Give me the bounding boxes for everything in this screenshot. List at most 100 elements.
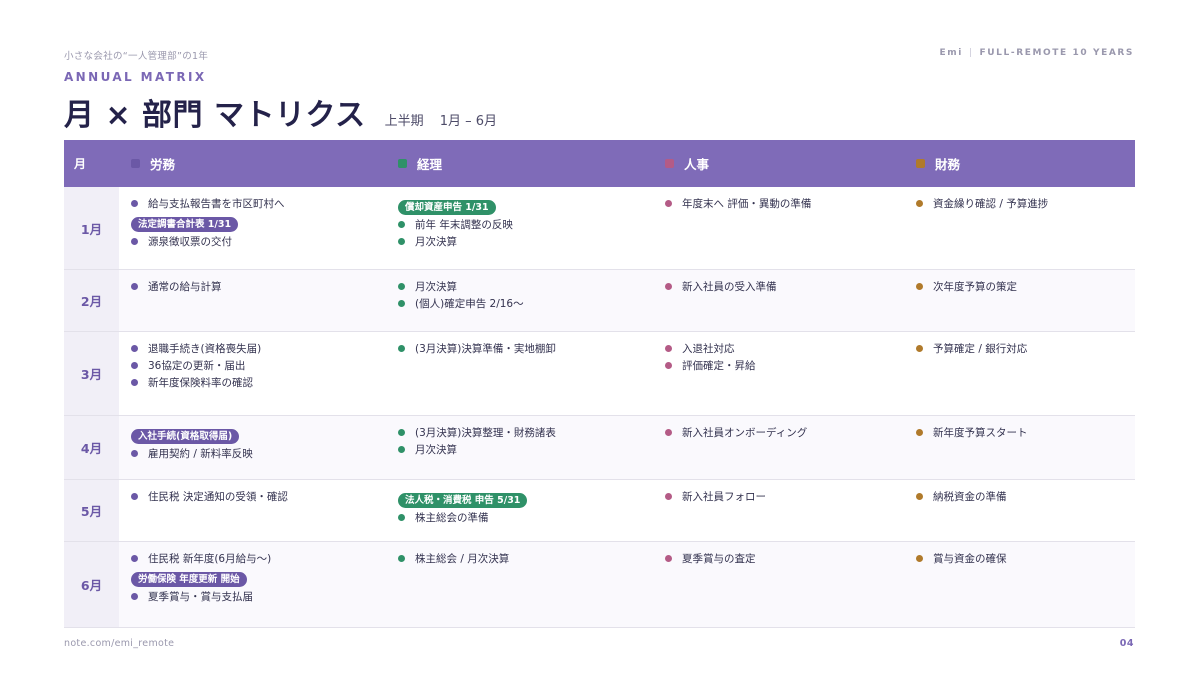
task-text: (3月決算)決算準備・実地棚卸 (415, 343, 556, 355)
bullet-dot-icon (131, 238, 138, 245)
bullet-dot-icon (398, 283, 405, 290)
task-item: 36協定の更新・届出 (131, 357, 386, 374)
task-item: 新入社員の受入準備 (665, 278, 904, 295)
hr-cell: 新入社員フォロー (653, 480, 904, 541)
bullet-dot-icon (665, 345, 672, 352)
task-item: 予算確定 / 銀行対応 (916, 340, 1135, 357)
task-text: 月次決算 (415, 444, 457, 456)
bullet-dot-icon (398, 345, 405, 352)
bullet-dot-icon (665, 200, 672, 207)
task-item: 賞与資金の確保 (916, 550, 1135, 567)
table-body: 1月 給与支払報告書を市区町村へ 法定調書合計表 1/31 源泉徴収票の交付 償却資産申… (64, 187, 1135, 628)
task-item: 源泉徴収票の交付 (131, 233, 386, 250)
header-month: 月 (74, 157, 87, 171)
month-cell: 3月 (64, 332, 119, 415)
labor-cell: 退職手続き(資格喪失届) 36協定の更新・届出 新年度保険料率の確認 (119, 332, 386, 415)
labor-cell: 住民税 決定通知の受領・確認 (119, 480, 386, 541)
hr-cell: 新入社員オンボーディング (653, 416, 904, 479)
footer-url: note.com/emi_remote (64, 638, 175, 649)
header-finance: 財務 (904, 154, 1135, 173)
task-text: 源泉徴収票の交付 (148, 236, 232, 248)
table-header: 月 労務 経理 人事 財務 (64, 140, 1135, 187)
task-text: 通常の給与計算 (148, 281, 222, 293)
bullet-dot-icon (131, 362, 138, 369)
labor-cell: 給与支払報告書を市区町村へ 法定調書合計表 1/31 源泉徴収票の交付 (119, 187, 386, 269)
task-item: 株主総会の準備 (398, 509, 653, 526)
task-text: 入退社対応 (682, 343, 735, 355)
finance-cell: 予算確定 / 銀行対応 (904, 332, 1135, 415)
header-accounting-label: 経理 (417, 157, 443, 172)
task-item: 夏季賞与の査定 (665, 550, 904, 567)
deadline-row: 法人税・消費税 申告 5/31 (398, 488, 653, 509)
table-row: 1月 給与支払報告書を市区町村へ 法定調書合計表 1/31 源泉徴収票の交付 償却資産申… (64, 187, 1135, 270)
task-text: 住民税 決定通知の受領・確認 (148, 491, 288, 503)
task-text: 次年度予算の策定 (933, 281, 1017, 293)
task-item: (3月決算)決算整理・財務諸表 (398, 424, 653, 441)
bullet-dot-icon (398, 446, 405, 453)
task-text: 新年度保険料率の確認 (148, 377, 253, 389)
task-text: 退職手続き(資格喪失届) (148, 343, 262, 355)
bullet-dot-icon (916, 493, 923, 500)
bullet-dot-icon (131, 555, 138, 562)
series-title: 小さな会社の“一人管理部”の1年 (64, 51, 209, 62)
bullet-dot-icon (665, 362, 672, 369)
accounting-cell: 株主総会 / 月次決算 (386, 542, 653, 627)
table-row: 3月 退職手続き(資格喪失届) 36協定の更新・届出 新年度保険料率の確認 (3月決算)… (64, 332, 1135, 416)
deadline-badge: 法人税・消費税 申告 5/31 (398, 493, 528, 508)
bullet-dot-icon (665, 493, 672, 500)
accounting-cell: 法人税・消費税 申告 5/31 株主総会の準備 (386, 480, 653, 541)
accounting-cell: 月次決算 (個人)確定申告 2/16〜 (386, 270, 653, 331)
month-cell: 1月 (64, 187, 119, 269)
brand-tagline: FULL-REMOTE 10 YEARS (979, 48, 1134, 58)
task-text: 新入社員オンボーディング (682, 427, 808, 439)
task-text: 36協定の更新・届出 (148, 360, 246, 372)
task-text: 夏季賞与・賞与支払届 (148, 591, 253, 603)
task-text: 前年 年末調整の反映 (415, 219, 513, 231)
table-row: 6月 住民税 新年度(6月給与〜) 労働保険 年度更新 開始 夏季賞与・賞与支払届 株主… (64, 542, 1135, 628)
bullet-dot-icon (131, 200, 138, 207)
bullet-dot-icon (665, 555, 672, 562)
bullet-dot-icon (131, 379, 138, 386)
accounting-legend-square (398, 159, 407, 168)
task-item: 住民税 新年度(6月給与〜) (131, 550, 386, 567)
hr-cell: 新入社員の受入準備 (653, 270, 904, 331)
task-text: 資金繰り確認 / 予算進捗 (933, 198, 1049, 210)
bullet-dot-icon (916, 429, 923, 436)
task-text: 株主総会 / 月次決算 (415, 553, 510, 565)
bullet-dot-icon (398, 514, 405, 521)
month-cell: 5月 (64, 480, 119, 541)
task-item: 通常の給与計算 (131, 278, 386, 295)
task-text: (個人)確定申告 2/16〜 (415, 298, 524, 310)
accounting-cell: 償却資産申告 1/31 前年 年末調整の反映 月次決算 (386, 187, 653, 269)
table-row: 4月 入社手続(資格取得届) 雇用契約 / 新料率反映 (3月決算)決算整理・財務諸表… (64, 416, 1135, 480)
task-text: 新入社員の受入準備 (682, 281, 777, 293)
page-subtitle: 上半期 1月 – 6月 (385, 110, 497, 129)
task-text: 月次決算 (415, 236, 457, 248)
bullet-dot-icon (131, 283, 138, 290)
brand-name: Emi (939, 48, 963, 58)
task-item: 次年度予算の策定 (916, 278, 1135, 295)
deadline-row: 労働保険 年度更新 開始 (131, 567, 386, 588)
finance-cell: 賞与資金の確保 (904, 542, 1135, 627)
task-text: 評価確定・昇給 (682, 360, 756, 372)
task-text: 雇用契約 / 新料率反映 (148, 448, 253, 460)
task-item: 夏季賞与・賞与支払届 (131, 588, 386, 605)
task-text: 月次決算 (415, 281, 457, 293)
bullet-dot-icon (131, 345, 138, 352)
task-text: 予算確定 / 銀行対応 (933, 343, 1028, 355)
bullet-dot-icon (131, 493, 138, 500)
header-labor-label: 労務 (150, 157, 176, 172)
task-text: 新年度予算スタート (933, 427, 1028, 439)
task-item: 新年度予算スタート (916, 424, 1135, 441)
hr-cell: 夏季賞与の査定 (653, 542, 904, 627)
task-item: 新入社員フォロー (665, 488, 904, 505)
page-title: 月 × 部門 マトリクス (64, 98, 366, 133)
page-number: 04 (1119, 638, 1134, 649)
brand: Emi | FULL-REMOTE 10 YEARS (939, 48, 1134, 58)
task-item: 月次決算 (398, 278, 653, 295)
deadline-row: 償却資産申告 1/31 (398, 195, 653, 216)
bullet-dot-icon (398, 238, 405, 245)
header-hr-label: 人事 (684, 157, 710, 172)
labor-legend-square (131, 159, 140, 168)
header-finance-label: 財務 (935, 157, 961, 172)
